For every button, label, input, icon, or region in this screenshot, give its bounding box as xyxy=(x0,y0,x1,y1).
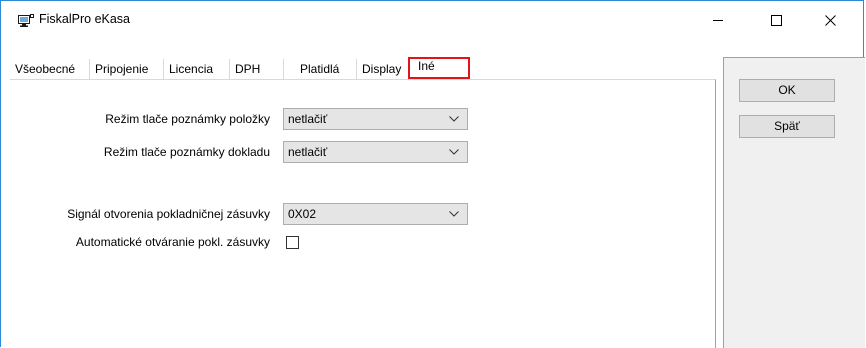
drawer-signal-value: 0X02 xyxy=(288,207,317,221)
item-note-mode-label: Režim tlače poznámky položky xyxy=(105,112,270,126)
window-title: FiskalPro eKasa xyxy=(39,12,131,26)
chevron-down-icon xyxy=(449,116,459,122)
tab-display[interactable]: Display xyxy=(357,59,407,79)
close-icon xyxy=(824,14,836,26)
item-note-mode-value: netlačiť xyxy=(288,112,328,126)
maximize-icon xyxy=(770,14,782,26)
tab-content-ine: Režim tlače poznámky položky netlačiť Re… xyxy=(10,79,716,348)
minimize-button[interactable] xyxy=(695,1,741,39)
auto-open-drawer-label: Automatické otváranie pokl. zásuvky xyxy=(75,235,270,249)
item-note-mode-select[interactable]: netlačiť xyxy=(283,108,468,130)
minimize-icon xyxy=(713,20,723,21)
tab-vseobecne[interactable]: Všeobecné xyxy=(10,59,90,79)
close-button[interactable] xyxy=(807,1,853,39)
chevron-down-icon xyxy=(449,211,459,217)
title-bar[interactable]: FiskalPro eKasa xyxy=(1,1,863,39)
tab-licencia[interactable]: Licencia xyxy=(164,59,230,79)
maximize-button[interactable] xyxy=(753,1,799,39)
drawer-signal-label: Signál otvorenia pokladničnej zásuvky xyxy=(67,207,270,221)
monitor-icon xyxy=(18,14,34,28)
tab-strip: Všeobecné Pripojenie Licencia DPH Platid… xyxy=(10,57,716,79)
tab-platidla[interactable]: Platidlá xyxy=(295,59,357,79)
doc-note-mode-value: netlačiť xyxy=(288,145,328,159)
doc-note-mode-label: Režim tlače poznámky dokladu xyxy=(103,145,270,159)
doc-note-mode-select[interactable]: netlačiť xyxy=(283,141,468,163)
drawer-signal-select[interactable]: 0X02 xyxy=(283,203,468,225)
tab-pripojenie[interactable]: Pripojenie xyxy=(90,59,164,79)
dialog-actions-panel: OK Späť xyxy=(723,57,865,348)
back-button[interactable]: Späť xyxy=(739,115,835,138)
tab-dph[interactable]: DPH xyxy=(230,59,284,79)
auto-open-drawer-checkbox[interactable] xyxy=(286,236,299,249)
ok-button[interactable]: OK xyxy=(739,79,835,102)
app-window: FiskalPro eKasa Všeobecné Pripojenie Lic… xyxy=(0,0,865,348)
tab-ine[interactable]: Iné xyxy=(408,57,470,79)
chevron-down-icon xyxy=(449,149,459,155)
